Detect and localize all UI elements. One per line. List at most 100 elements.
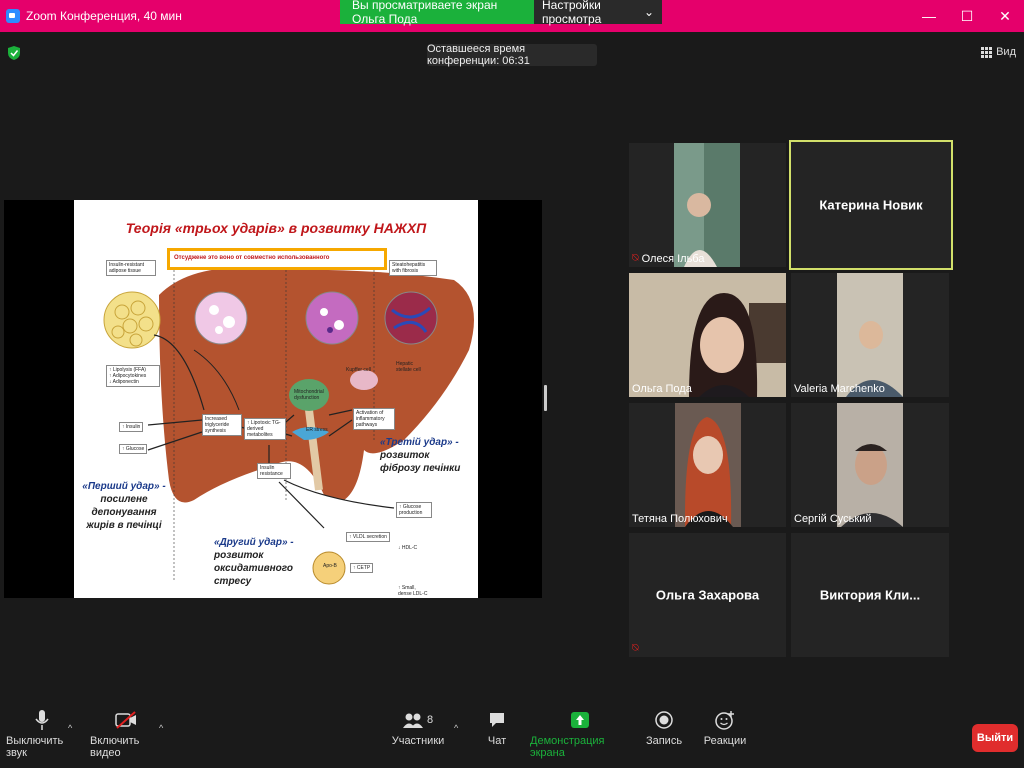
- label-insulin: ↑ Insulin: [119, 422, 144, 432]
- video-feed: [674, 143, 740, 267]
- video-feed: [837, 273, 903, 397]
- video-feed: [837, 403, 903, 527]
- window-title: Zoom Конференция, 40 мин: [26, 9, 182, 23]
- label-vldl: ↑ VLDL secretion: [346, 532, 390, 542]
- record-label: Запись: [645, 735, 683, 747]
- grid-icon: [981, 46, 993, 58]
- label-tg-synthesis: Increased triglyceride synthesis: [202, 414, 242, 436]
- second-hit-line: розвиток: [214, 550, 264, 561]
- label-inflammatory: Activation of inflammatory pathways: [353, 408, 395, 430]
- label-kupffer: Kupffer cell: [346, 367, 371, 373]
- participant-name-text: Катерина Новик: [819, 197, 923, 213]
- view-options-button[interactable]: Настройки просмотра ⌄: [534, 0, 662, 26]
- record-icon: [655, 711, 673, 729]
- view-options-label: Настройки просмотра: [542, 0, 602, 26]
- share-screen-label: Демонстрация экрана: [530, 735, 605, 759]
- highlight-text: Отсуджене это воно от совместно использо…: [174, 255, 330, 261]
- label-hdl: ↓ HDL-C: [398, 545, 418, 551]
- participant-name: Valeria Marchenko: [794, 383, 885, 395]
- participant-tile[interactable]: Ольга Пода: [629, 273, 786, 397]
- participants-button[interactable]: 8 Участники: [392, 705, 444, 747]
- participant-name-text: Олеся Ільба: [641, 252, 705, 265]
- mic-muted-icon: ⍉: [632, 642, 639, 654]
- label-er-stress: ER stress: [306, 427, 328, 433]
- label-glucose-production: ↑ Glucose production: [396, 502, 432, 518]
- window-controls: — ☐ ✕: [910, 0, 1024, 32]
- third-hit-line: фіброзу печінки: [380, 463, 461, 474]
- participant-tile-active-speaker[interactable]: Катерина Новик: [789, 140, 953, 270]
- participant-tile[interactable]: Сергій Суський: [791, 403, 949, 527]
- share-banner: Вы просматриваете экран Ольга Пода Настр…: [340, 0, 662, 26]
- participants-options-caret[interactable]: ^: [454, 723, 458, 733]
- participant-name: ⍉ Олеся Ільба: [632, 252, 704, 265]
- close-button[interactable]: ✕: [986, 0, 1024, 32]
- video-feed: [675, 403, 741, 527]
- chat-label: Чат: [487, 735, 507, 747]
- first-hit-text: «Перший удар» - посилене депонування жир…: [74, 480, 174, 532]
- video-label: Включить видео: [90, 735, 140, 759]
- video-off-icon: [115, 711, 136, 729]
- label-glucose: ↑ Glucose: [119, 444, 148, 454]
- label-apob: Apo-B: [323, 563, 337, 569]
- participant-tile[interactable]: Valeria Marchenko: [791, 273, 949, 397]
- label-stellate: Hepatic stellate cell: [396, 361, 421, 373]
- chevron-down-icon: ⌄: [643, 5, 654, 19]
- participant-tile[interactable]: ⍉ Олеся Ільба: [629, 143, 786, 267]
- second-hit-line: стресу: [214, 576, 252, 587]
- third-hit-line: «Третій удар» -: [380, 437, 459, 448]
- first-hit-line: жирів в печінці: [86, 520, 162, 531]
- reactions-icon: [715, 711, 734, 730]
- microphone-icon: [35, 710, 49, 730]
- first-hit-line: посилене: [100, 494, 148, 505]
- participant-name-text: Сергій Суський: [794, 513, 872, 525]
- record-button[interactable]: Запись: [644, 705, 684, 747]
- split-handle[interactable]: [544, 385, 547, 411]
- meeting-timer: Оставшееся время конференции: 06:31: [427, 43, 597, 67]
- participants-label: Участники: [391, 735, 445, 747]
- meeting-toolbar: Выключить звук ^ Включить видео ^ 8 Учас…: [0, 705, 1024, 768]
- participants-icon: [402, 713, 423, 728]
- third-hit-text: «Третій удар» - розвиток фіброзу печінки: [380, 436, 478, 475]
- second-hit-line: оксидативного: [214, 563, 293, 574]
- label-cetp: ↑ CETP: [350, 563, 374, 573]
- reactions-button[interactable]: Реакции: [702, 705, 748, 747]
- first-hit-line: депонування: [91, 507, 157, 518]
- third-hit-line: розвиток: [380, 450, 430, 461]
- participant-name: Ольга Пода: [632, 383, 692, 395]
- participant-name-text: Тетяна Полюхович: [632, 513, 728, 525]
- participant-name-text: Ольга Захарова: [655, 587, 760, 603]
- participant-tile[interactable]: Виктория Кли...: [791, 533, 949, 657]
- view-label: Вид: [996, 46, 1016, 58]
- video-button[interactable]: Включить видео: [90, 705, 162, 759]
- chat-icon: [490, 713, 504, 727]
- participant-tile[interactable]: Ольга Захарова ⍉: [629, 533, 786, 657]
- label-steatohepatitis: Steatohepatitis with fibrosis: [389, 260, 437, 276]
- participant-name-text: Valeria Marchenko: [794, 383, 885, 395]
- participant-name-text: Виктория Кли...: [819, 587, 921, 603]
- label-adipose: Insulin-resistant adipose tissue: [106, 260, 156, 276]
- maximize-button[interactable]: ☐: [948, 0, 986, 32]
- video-options-caret[interactable]: ^: [159, 723, 163, 733]
- participant-name: Сергій Суський: [794, 513, 872, 525]
- first-hit-line: «Перший удар» -: [82, 481, 166, 492]
- share-banner-text: Вы просматриваете экран Ольга Пода: [340, 0, 534, 26]
- shared-screen: Теорія «трьох ударів» в розвитку НАЖХП О…: [4, 200, 542, 598]
- video-feed: [629, 273, 786, 397]
- share-screen-icon: [571, 712, 589, 728]
- participant-name: Тетяна Полюхович: [632, 513, 728, 525]
- audio-options-caret[interactable]: ^: [68, 723, 72, 733]
- minimize-button[interactable]: —: [910, 0, 948, 32]
- slide: Теорія «трьох ударів» в розвитку НАЖХП О…: [74, 200, 478, 598]
- label-ldl: ↑ Small, dense LDL-C: [398, 585, 428, 597]
- participant-tile[interactable]: Тетяна Полюхович: [629, 403, 786, 527]
- shield-icon[interactable]: [8, 46, 20, 60]
- view-button[interactable]: Вид: [981, 46, 1016, 58]
- leave-button[interactable]: Выйти: [972, 724, 1018, 752]
- share-screen-button[interactable]: Демонстрация экрана: [530, 705, 630, 759]
- participants-count: 8: [426, 714, 434, 726]
- chat-button[interactable]: Чат: [480, 705, 514, 747]
- mic-muted-icon: ⍉: [632, 252, 639, 264]
- mute-label: Выключить звук: [6, 735, 64, 759]
- label-insulin-resistance: Insulin resistance: [257, 463, 291, 479]
- label-lipotoxic: ↑ Lipotoxic TG-derived metabolites: [244, 418, 286, 440]
